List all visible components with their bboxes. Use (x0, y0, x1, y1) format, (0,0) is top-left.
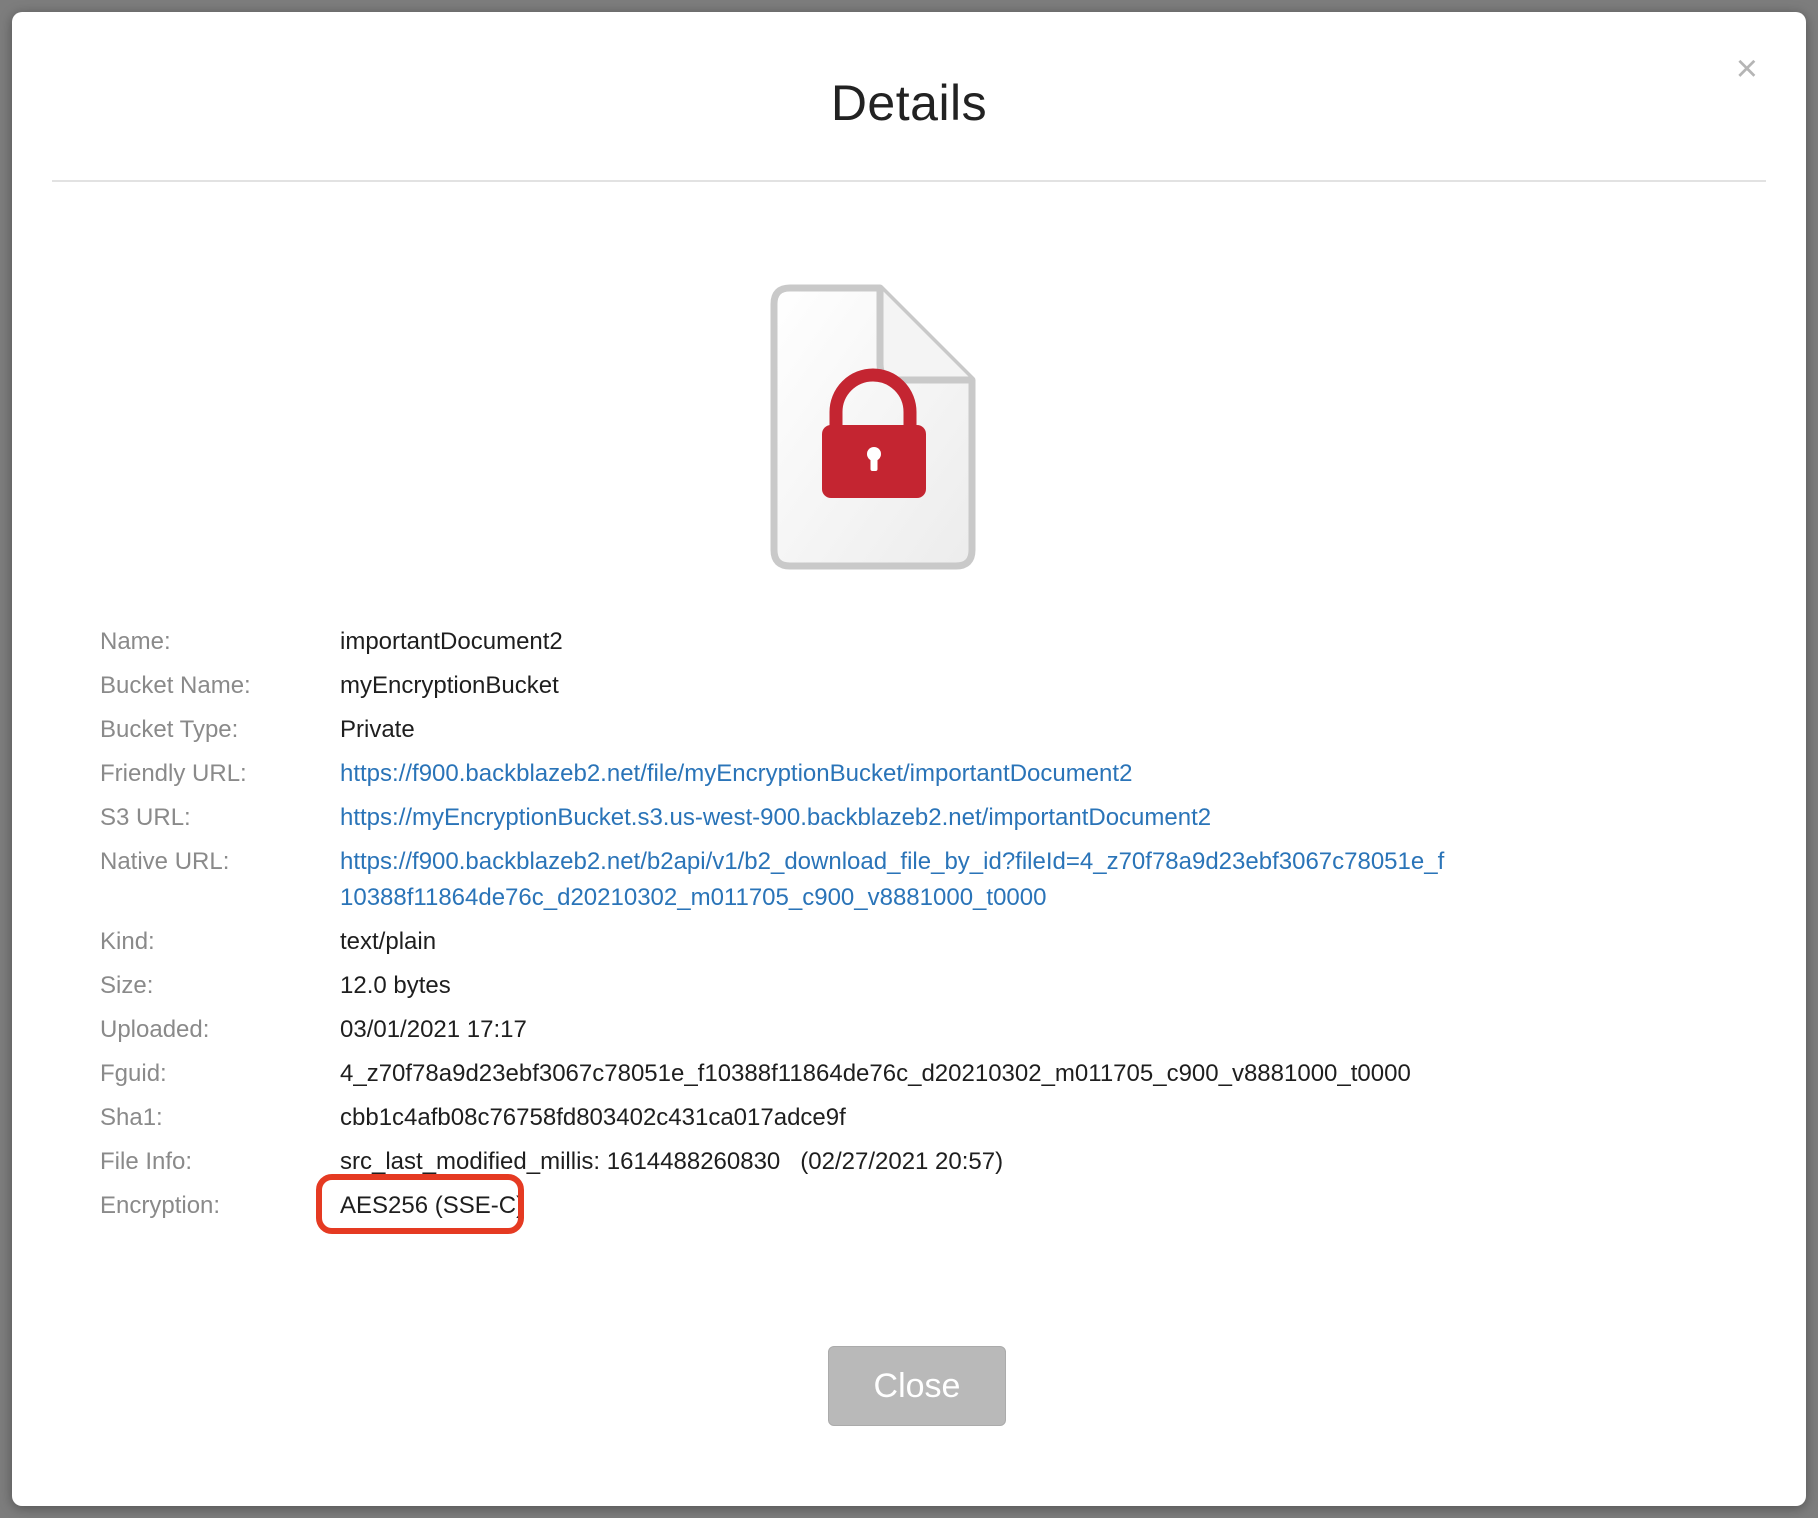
dialog-title: Details (830, 75, 988, 131)
name-value: importantDocument2 (340, 628, 563, 655)
details-dialog: Details × Name: importantDocument2 Bucke… (12, 12, 1806, 1506)
detail-row-name: Name: importantDocument2 (100, 624, 1740, 660)
size-label: Size: (100, 972, 154, 999)
close-button[interactable]: Close (828, 1346, 1006, 1426)
file-fold-corner (876, 288, 972, 384)
detail-row-native-url: Native URL: https://f900.backblazeb2.net… (100, 844, 1740, 916)
fguid-value: 4_z70f78a9d23ebf3067c78051e_f10388f11864… (340, 1060, 1411, 1087)
s3-url-link[interactable]: https://myEncryptionBucket.s3.us-west-90… (340, 804, 1211, 831)
uploaded-value: 03/01/2021 17:17 (340, 1016, 527, 1043)
detail-row-uploaded: Uploaded: 03/01/2021 17:17 (100, 1012, 1740, 1048)
native-url-link[interactable]: https://f900.backblazeb2.net/b2api/v1/b2… (340, 848, 1444, 911)
detail-row-bucket-type: Bucket Type: Private (100, 712, 1740, 748)
encryption-value: AES256 (SSE-C) (340, 1192, 525, 1219)
details-table: Name: importantDocument2 Bucket Name: my… (100, 624, 1740, 1234)
bucket-type-value: Private (340, 716, 415, 743)
detail-row-s3-url: S3 URL: https://myEncryptionBucket.s3.us… (100, 800, 1740, 836)
locked-file-icon (770, 284, 976, 570)
detail-row-encryption: Encryption: AES256 (SSE-C) (100, 1174, 1740, 1234)
native-url-label: Native URL: (100, 848, 230, 875)
uploaded-label: Uploaded: (100, 1016, 210, 1043)
detail-row-friendly-url: Friendly URL: https://f900.backblazeb2.n… (100, 756, 1740, 792)
header-divider (52, 180, 1766, 182)
file-info-label: File Info: (100, 1148, 193, 1175)
close-icon[interactable]: × (1736, 50, 1758, 88)
detail-row-size: Size: 12.0 bytes (100, 968, 1740, 1004)
detail-row-sha1: Sha1: cbb1c4afb08c76758fd803402c431ca017… (100, 1100, 1740, 1136)
friendly-url-link[interactable]: https://f900.backblazeb2.net/file/myEncr… (340, 760, 1132, 787)
file-info-value: src_last_modified_millis: 1614488260830 … (340, 1148, 1004, 1175)
bucket-name-value: myEncryptionBucket (340, 672, 559, 699)
sha1-value: cbb1c4afb08c76758fd803402c431ca017adce9f (340, 1104, 846, 1131)
bucket-name-label: Bucket Name: (100, 672, 251, 699)
friendly-url-label: Friendly URL: (100, 760, 247, 787)
encryption-label: Encryption: (100, 1192, 221, 1219)
fguid-label: Fguid: (100, 1060, 167, 1087)
kind-label: Kind: (100, 928, 155, 955)
detail-row-file-info: File Info: src_last_modified_millis: 161… (100, 1144, 1740, 1180)
detail-row-bucket-name: Bucket Name: myEncryptionBucket (100, 668, 1740, 704)
s3-url-label: S3 URL: (100, 804, 191, 831)
kind-value: text/plain (340, 928, 437, 955)
size-value: 12.0 bytes (340, 972, 451, 999)
detail-row-fguid: Fguid: 4_z70f78a9d23ebf3067c78051e_f1038… (100, 1056, 1740, 1092)
bucket-type-label: Bucket Type: (100, 716, 239, 743)
encryption-value-wrapper: AES256 (SSE-C) (316, 1174, 525, 1234)
sha1-label: Sha1: (100, 1104, 163, 1131)
detail-row-kind: Kind: text/plain (100, 924, 1740, 960)
name-label: Name: (100, 628, 171, 655)
